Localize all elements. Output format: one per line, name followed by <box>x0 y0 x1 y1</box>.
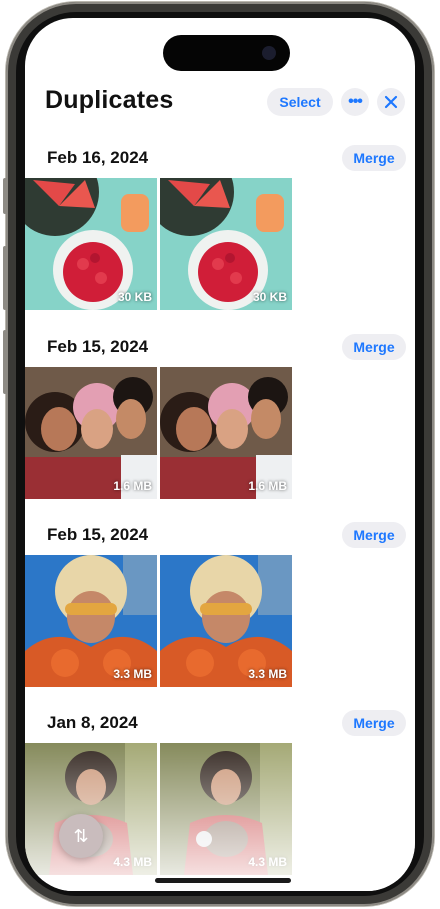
sort-arrows-icon[interactable]: ⇅ <box>59 814 103 858</box>
file-size-label: 3.3 MB <box>248 667 287 681</box>
merge-button[interactable]: Merge <box>342 710 406 736</box>
screen: Duplicates Select ••• Feb 16, 2024 Merge… <box>25 18 415 891</box>
photo-thumbnail[interactable]: 30 KB <box>160 178 292 310</box>
action-button <box>3 178 7 214</box>
volume-down-button <box>3 330 7 394</box>
photo-thumbnail[interactable]: 30 KB <box>25 178 157 310</box>
page-title: Duplicates <box>45 86 174 114</box>
group-date: Feb 15, 2024 <box>47 337 149 356</box>
dynamic-island <box>163 35 290 71</box>
photo-thumbnail[interactable]: 1.6 MB <box>25 367 157 499</box>
select-button[interactable]: Select <box>267 88 333 116</box>
photo-thumbnail[interactable]: 1.6 MB <box>160 367 292 499</box>
file-size-label: 4.3 MB <box>248 855 287 869</box>
more-options-icon[interactable]: ••• <box>341 88 369 116</box>
photo-thumbnail[interactable]: 4.3 MB <box>160 743 292 875</box>
file-size-label: 3.3 MB <box>113 667 152 681</box>
merge-button[interactable]: Merge <box>342 522 406 548</box>
camera-lens <box>262 46 276 60</box>
group-date: Feb 15, 2024 <box>47 525 149 544</box>
group-date: Jan 8, 2024 <box>47 713 138 732</box>
photo-thumbnail[interactable]: 3.3 MB <box>25 555 157 687</box>
merge-button[interactable]: Merge <box>342 145 406 171</box>
file-size-label: 1.6 MB <box>248 479 287 493</box>
close-icon[interactable] <box>377 88 405 116</box>
file-size-label: 30 KB <box>117 290 152 304</box>
group-date: Feb 16, 2024 <box>47 148 149 167</box>
file-size-label: 4.3 MB <box>113 855 152 869</box>
volume-up-button <box>3 246 7 310</box>
file-size-label: 1.6 MB <box>113 479 152 493</box>
home-indicator[interactable] <box>155 878 291 883</box>
photo-thumbnail[interactable]: 3.3 MB <box>160 555 292 687</box>
merge-button[interactable]: Merge <box>342 334 406 360</box>
file-size-label: 30 KB <box>252 290 287 304</box>
